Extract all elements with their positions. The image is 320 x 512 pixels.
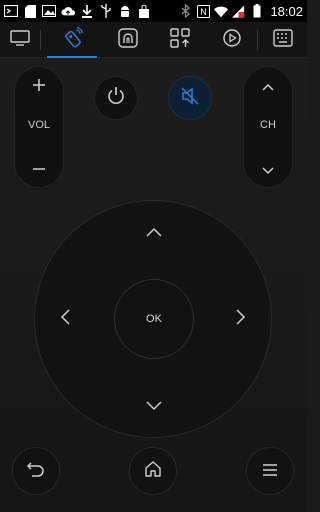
ok-button[interactable]: OK (114, 279, 194, 359)
dpad-left-button[interactable] (50, 304, 80, 334)
battery-icon (250, 4, 264, 18)
channel-label: CH (260, 119, 276, 131)
dpad: OK (34, 200, 272, 438)
nfc-icon: N (196, 4, 210, 18)
volume-down-button[interactable] (15, 153, 63, 187)
tab-media[interactable] (207, 22, 257, 58)
mute-button[interactable] (168, 76, 212, 120)
volume-label: VOL (27, 119, 50, 131)
mute-icon (180, 86, 200, 110)
play-icon (223, 28, 241, 51)
home-button[interactable] (129, 447, 177, 495)
tv-icon (10, 29, 30, 50)
tab-keyboard[interactable] (258, 22, 307, 58)
chevron-left-icon (59, 308, 71, 330)
dpad-right-button[interactable] (226, 304, 256, 334)
channel-up-button[interactable] (244, 69, 292, 103)
menu-icon (262, 462, 278, 481)
cloud-upload-icon (61, 4, 75, 18)
dpad-down-button[interactable] (139, 391, 169, 421)
svg-text:N: N (200, 7, 207, 17)
home-icon (144, 460, 162, 482)
apps-icon (170, 27, 190, 52)
chevron-down-icon (261, 161, 275, 180)
bluetooth-icon (178, 4, 192, 18)
back-button[interactable] (12, 447, 60, 495)
power-icon (106, 86, 126, 110)
usb-icon (99, 4, 113, 18)
shopping-bag-icon (137, 4, 151, 18)
status-time: 18:02 (270, 3, 303, 19)
download-icon (80, 4, 94, 18)
terminal-icon (4, 4, 18, 18)
volume-control: VOL (14, 66, 64, 188)
signal-icon (232, 4, 246, 18)
status-bar: N 18:02 (0, 0, 307, 22)
chevron-down-icon (145, 397, 163, 416)
wifi-icon (214, 4, 229, 18)
dpad-up-button[interactable] (139, 217, 169, 247)
power-button[interactable] (94, 76, 138, 120)
channel-down-button[interactable] (244, 153, 292, 187)
menu-button[interactable] (246, 447, 294, 495)
channel-control: CH (243, 66, 293, 188)
tab-touchpad[interactable] (103, 22, 153, 58)
android-icon (118, 4, 132, 18)
tab-apps[interactable] (153, 22, 207, 58)
image-icon (42, 4, 56, 18)
tab-tv[interactable] (0, 22, 40, 58)
minus-icon (32, 161, 46, 180)
volume-up-button[interactable] (15, 69, 63, 103)
back-icon (26, 460, 46, 482)
tab-remote[interactable] (41, 22, 103, 58)
tab-bar (0, 22, 307, 58)
chevron-right-icon (235, 308, 247, 330)
remote-screen: N 18:02 VOL CH OK (0, 0, 307, 512)
chevron-up-icon (261, 77, 275, 96)
remote-icon (61, 26, 84, 53)
keyboard-icon (272, 28, 293, 51)
touchpad-icon (118, 27, 138, 52)
chevron-up-icon (145, 223, 163, 242)
sd-card-icon (23, 4, 37, 18)
plus-icon (32, 77, 46, 96)
